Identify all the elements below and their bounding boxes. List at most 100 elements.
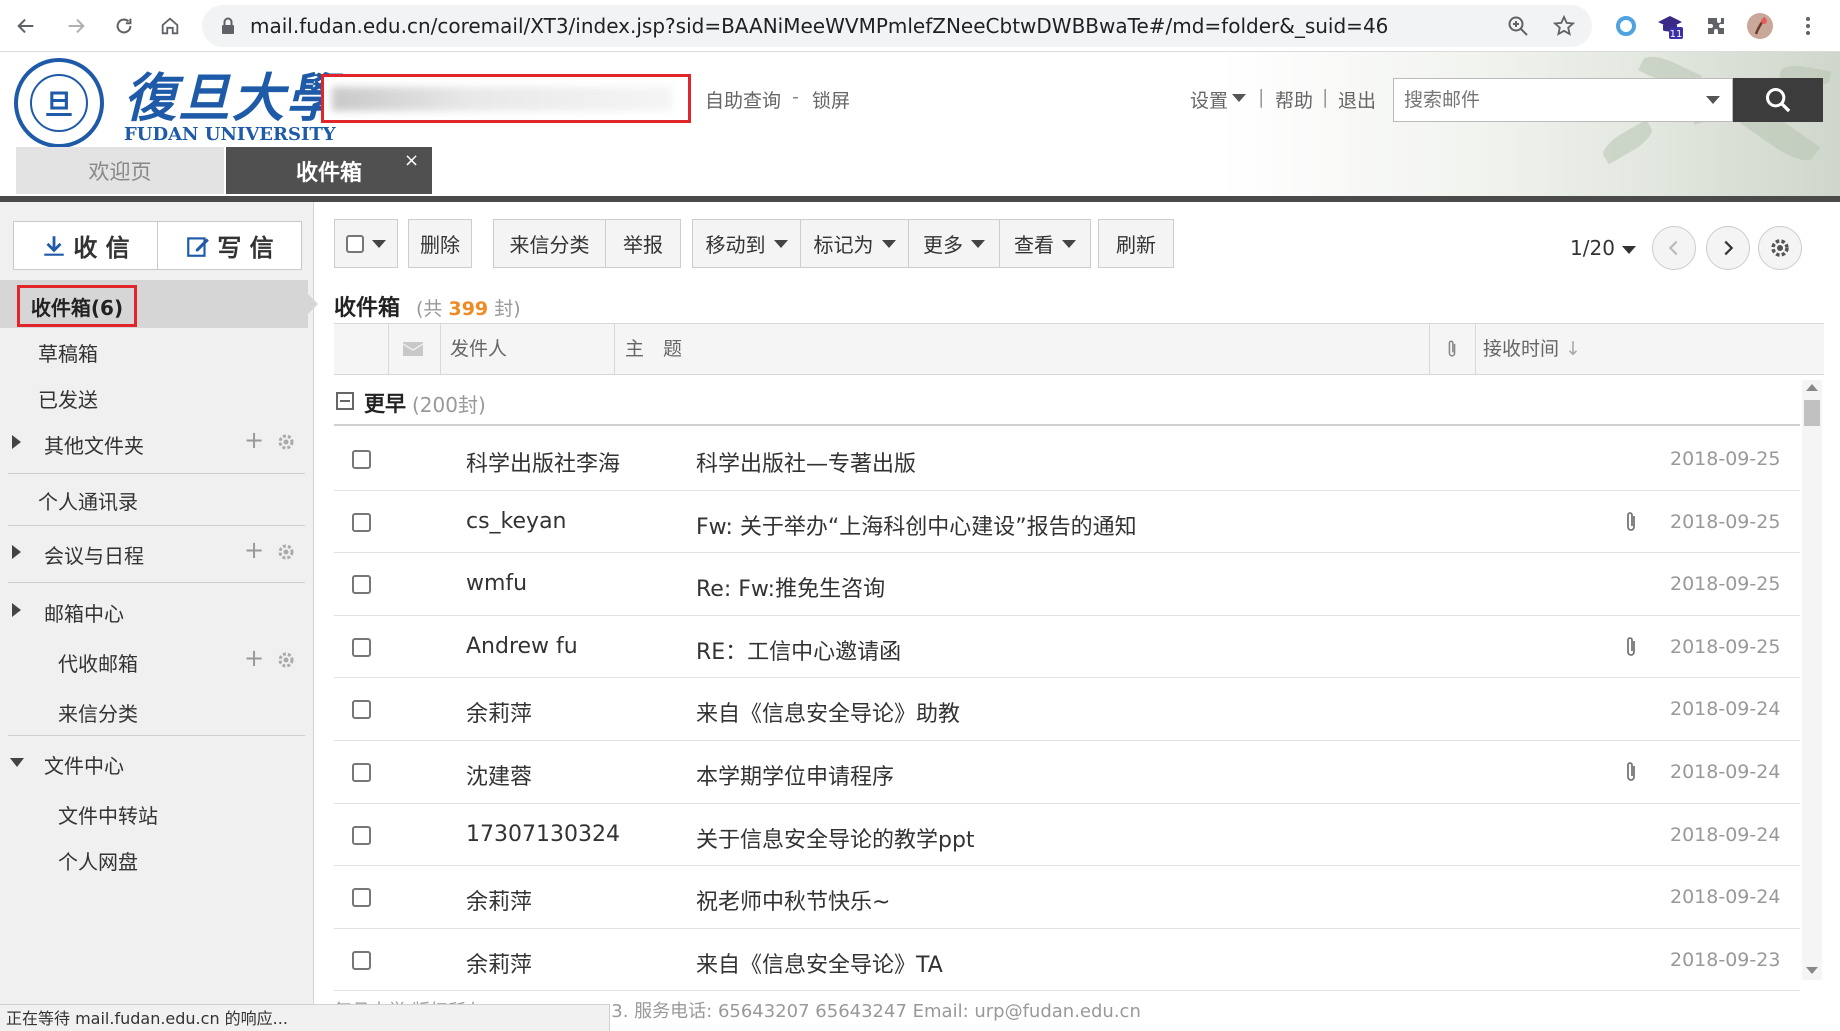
mail-group-earlier[interactable]: 更早 (200封) [334, 380, 1800, 426]
mail-row[interactable]: cs_keyan Fw: 关于举办“上海科创中心建设”报告的通知 2018-09-2… [334, 491, 1800, 554]
mail-subject[interactable]: Re: Fw:推免生咨询 [696, 571, 885, 603]
address-bar[interactable]: mail.fudan.edu.cn/coremail/XT3/index.jsp… [202, 5, 1592, 47]
settings-link[interactable]: 设置 [1190, 86, 1228, 113]
mail-sort-button[interactable]: 来信分类 [493, 219, 606, 268]
mail-sender[interactable]: 余莉萍 [466, 947, 532, 979]
attachment-column-header[interactable] [1429, 324, 1475, 374]
mail-row[interactable]: 余莉萍 来自《信息安全导论》TA 2018-09-23 [334, 929, 1800, 992]
mail-subject[interactable]: 本学期学位申请程序 [696, 759, 894, 791]
mail-list-scrollbar[interactable] [1802, 380, 1822, 980]
page-selector[interactable]: 1/20 [1570, 236, 1615, 260]
mail-row-checkbox[interactable] [352, 512, 371, 532]
chevron-down-icon[interactable] [1232, 94, 1246, 102]
mail-row-checkbox[interactable] [352, 575, 371, 595]
sidebar-item-meetings[interactable]: 会议与日程 + [0, 530, 314, 574]
add-folder-icon[interactable]: + [244, 426, 264, 454]
mail-sender[interactable]: 17307130324 [466, 822, 620, 847]
mail-subject[interactable]: Fw: 关于举办“上海科创中心建设”报告的通知 [696, 509, 1137, 541]
view-dropdown[interactable]: 查看 [999, 219, 1091, 268]
mail-sender[interactable]: 科学出版社李海 [466, 446, 620, 478]
help-link[interactable]: 帮助 [1275, 86, 1313, 113]
sidebar-item-file-transfer[interactable]: 文件中转站 [0, 790, 314, 834]
mail-row[interactable]: 科学出版社李海 科学出版社—专著出版 2018-09-25 [334, 428, 1800, 491]
search-button[interactable] [1733, 78, 1823, 122]
prev-page-button[interactable] [1652, 226, 1696, 270]
gear-icon[interactable] [276, 542, 296, 562]
sender-column-header[interactable]: 发件人 [440, 324, 614, 374]
logout-link[interactable]: 退出 [1338, 86, 1376, 113]
scroll-down-arrow-icon[interactable] [1806, 967, 1818, 974]
mail-sender[interactable]: 余莉萍 [466, 884, 532, 916]
search-scope-chevron-icon[interactable] [1706, 96, 1720, 104]
sidebar-item-inbox-label[interactable]: 收件箱(6) [17, 285, 137, 327]
sidebar-item-other-folders[interactable]: 其他文件夹 + [0, 420, 314, 464]
mail-sender[interactable]: Andrew fu [466, 634, 578, 659]
scrollbar-thumb[interactable] [1804, 400, 1820, 426]
select-all-dropdown[interactable] [334, 219, 398, 268]
received-time-column-header[interactable]: 接收时间 ↓ [1475, 324, 1825, 374]
mail-subject[interactable]: 科学出版社—专著出版 [696, 446, 916, 478]
sidebar-item-drafts[interactable]: 草稿箱 [0, 328, 314, 372]
sidebar-item-mail-center[interactable]: 邮箱中心 [0, 588, 314, 632]
tab-welcome[interactable]: 欢迎页 [16, 147, 224, 194]
collapse-triangle-icon[interactable] [10, 758, 24, 767]
read-status-column[interactable] [388, 324, 440, 374]
mail-subject[interactable]: 祝老师中秋节快乐~ [696, 884, 890, 916]
sidebar-item-personal-disk[interactable]: 个人网盘 [0, 836, 314, 880]
bookmark-star-icon[interactable] [1552, 14, 1576, 38]
delete-button[interactable]: 删除 [408, 219, 472, 268]
mail-subject[interactable]: RE：工信中心邀请函 [696, 634, 901, 666]
mail-row-checkbox[interactable] [352, 700, 371, 720]
mail-sender[interactable]: 沈建蓉 [466, 759, 532, 791]
mail-row[interactable]: 17307130324 关于信息安全导论的教学ppt 2018-09-24 [334, 804, 1800, 867]
mail-row-checkbox[interactable] [352, 950, 371, 970]
receive-mail-button[interactable]: 收 信 [14, 222, 157, 269]
expand-triangle-icon[interactable] [12, 435, 21, 449]
tab-inbox[interactable]: 收件箱 [226, 147, 432, 194]
compose-button[interactable]: 写 信 [157, 222, 301, 269]
select-all-checkbox[interactable] [346, 234, 364, 253]
mail-row-checkbox[interactable] [352, 825, 371, 845]
extension-graduation-icon[interactable]: 11 [1656, 12, 1684, 40]
mail-row[interactable]: 余莉萍 来自《信息安全导论》助教 2018-09-24 [334, 678, 1800, 741]
mail-subject[interactable]: 关于信息安全导论的教学ppt [696, 822, 975, 854]
zoom-icon[interactable] [1506, 14, 1530, 38]
sidebar-item-contacts[interactable]: 个人通讯录 [0, 476, 314, 520]
sidebar-item-agent-mailbox[interactable]: 代收邮箱 + [0, 638, 314, 682]
sidebar-item-mail-sort[interactable]: 来信分类 [0, 688, 314, 732]
move-to-dropdown[interactable]: 移动到 [692, 219, 801, 268]
home-icon[interactable] [152, 8, 188, 44]
back-icon[interactable] [8, 8, 44, 44]
lock-screen-link[interactable]: 锁屏 [812, 86, 850, 113]
mail-row-checkbox[interactable] [352, 450, 371, 469]
sidebar-item-sent[interactable]: 已发送 [0, 374, 314, 418]
mail-row-checkbox[interactable] [352, 762, 371, 782]
report-button[interactable]: 举报 [605, 219, 681, 268]
reload-icon[interactable] [106, 8, 142, 44]
next-page-button[interactable] [1706, 226, 1750, 270]
mail-sender[interactable]: wmfu [466, 571, 527, 596]
url-text[interactable]: mail.fudan.edu.cn/coremail/XT3/index.jsp… [250, 5, 1388, 47]
chevron-down-icon[interactable] [1622, 246, 1636, 254]
mail-row[interactable]: 沈建蓉 本学期学位申请程序 2018-09-24 [334, 741, 1800, 804]
self-query-link[interactable]: 自助查询 [705, 86, 781, 113]
mail-row[interactable]: 余莉萍 祝老师中秋节快乐~ 2018-09-24 [334, 866, 1800, 929]
expand-triangle-icon[interactable] [12, 603, 21, 617]
extensions-puzzle-icon[interactable] [1702, 12, 1730, 40]
collapse-group-icon[interactable] [336, 392, 354, 410]
list-settings-button[interactable] [1758, 226, 1802, 270]
mail-row-checkbox[interactable] [352, 637, 371, 657]
mail-subject[interactable]: 来自《信息安全导论》助教 [696, 696, 960, 728]
add-agent-mailbox-icon[interactable]: + [244, 644, 264, 672]
add-meeting-icon[interactable]: + [244, 536, 264, 564]
mail-row-checkbox[interactable] [352, 888, 371, 908]
mark-as-dropdown[interactable]: 标记为 [800, 219, 909, 268]
mail-row[interactable]: wmfu Re: Fw:推免生咨询 2018-09-25 [334, 553, 1800, 616]
mail-subject[interactable]: 来自《信息安全导论》TA [696, 947, 943, 979]
gear-icon[interactable] [276, 650, 296, 670]
gear-icon[interactable] [276, 432, 296, 452]
mail-row[interactable]: Andrew fu RE：工信中心邀请函 2018-09-25 [334, 616, 1800, 679]
more-dropdown[interactable]: 更多 [908, 219, 1000, 268]
extension-ring-icon[interactable] [1612, 12, 1640, 40]
forward-icon[interactable] [58, 8, 94, 44]
